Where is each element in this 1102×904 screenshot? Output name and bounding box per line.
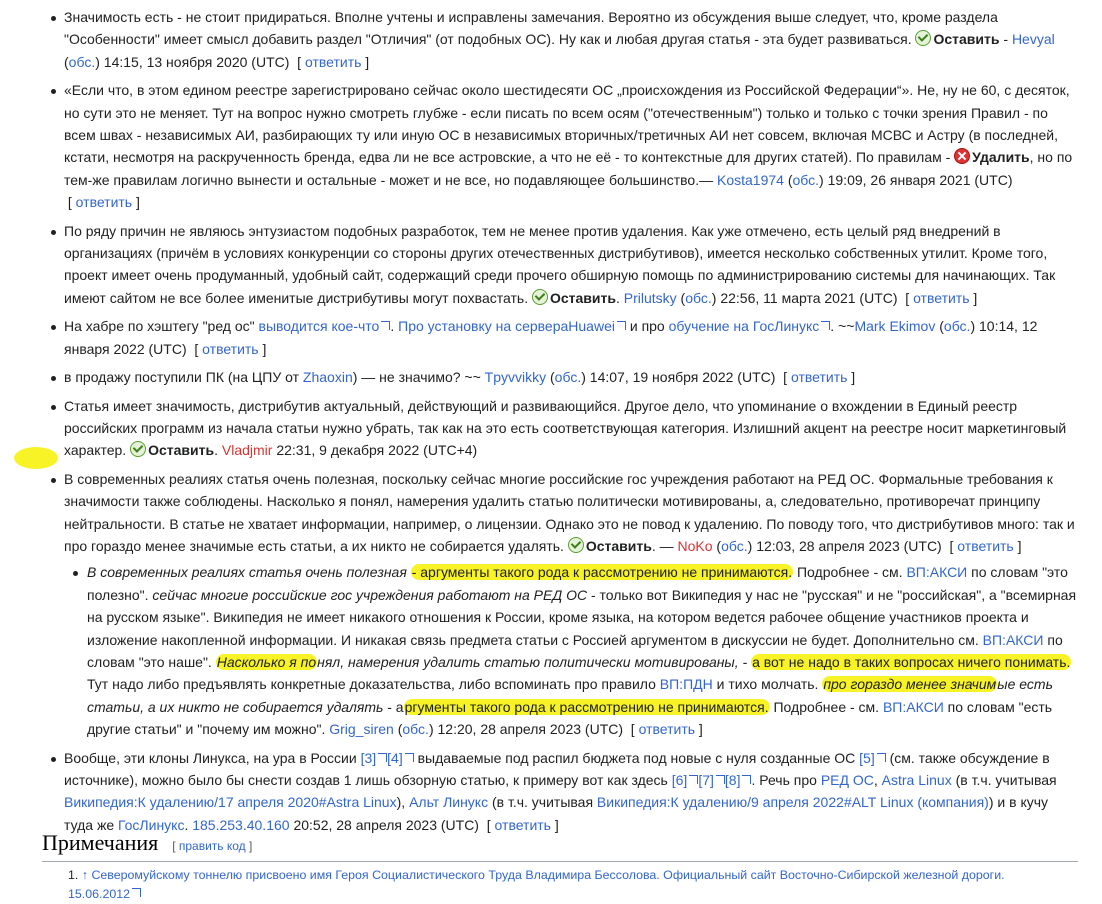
comment-list: Значимость есть - не стоит придираться. … (0, 0, 1102, 836)
user-link[interactable]: Prilutsky (624, 290, 677, 306)
reply-link[interactable]: ответить (957, 538, 1013, 554)
reply-link[interactable]: ответить (913, 290, 969, 306)
ref-link[interactable]: [6] (672, 772, 699, 788)
goslinux-training-link[interactable]: обучение на ГосЛинукс (669, 318, 831, 334)
reply-list: В современных реалиях статья очень полез… (64, 561, 1078, 740)
timestamp: 19:09, 26 января 2021 (UTC) (827, 171, 1013, 188)
policy-link[interactable]: ВП:АКСИ (906, 564, 967, 580)
section-heading: Примечания [ править код ] (42, 828, 1078, 862)
user-link[interactable]: Hevyal (1012, 31, 1055, 47)
list-item: Статья имеет значимость, дистрибутив акт… (0, 395, 1102, 462)
user-link[interactable]: Kosta1974 (717, 172, 784, 188)
keep-vote-icon (567, 536, 584, 553)
section-title: Примечания (42, 830, 159, 855)
huawei-install-link[interactable]: Про установку на сервераHuawei (398, 318, 626, 334)
list-item: «Если что, в этом едином реестре зарегис… (0, 79, 1102, 213)
vote-label: Оставить (148, 442, 215, 459)
list-item: В современных реалиях статья очень полез… (0, 468, 1102, 741)
highlight-marker (14, 447, 58, 469)
talk-link[interactable]: обс. (69, 54, 96, 70)
edit-source-link[interactable]: править код (179, 839, 246, 853)
reply-link[interactable]: ответить (76, 194, 132, 210)
article-link[interactable]: Википедия:К удалению/9 апреля 2022#ALT L… (597, 794, 989, 810)
highlighted-text: ргументы такого рода к рассмотрению не п… (403, 698, 770, 715)
policy-link[interactable]: ВП:АКСИ (983, 632, 1044, 648)
talk-link[interactable]: обс. (685, 290, 712, 306)
vote-label: Удалить (972, 149, 1030, 166)
user-link[interactable]: Vladjmir (222, 442, 273, 458)
ref-link[interactable]: [8] (725, 772, 752, 788)
timestamp: 22:31, 9 декабря 2022 (UTC+4) (276, 442, 478, 459)
keep-vote-icon (531, 288, 548, 305)
highlighted-text: Насколько я по (215, 653, 318, 670)
zhaoxin-link[interactable]: Zhaoxin (303, 369, 353, 385)
list-item: Значимость есть - не стоит придираться. … (0, 6, 1102, 73)
highlighted-text: про гораздо менее значим (822, 676, 998, 693)
keep-vote-icon (130, 441, 147, 458)
highlighted-text: - аргументы такого рода к рассмотрению н… (410, 564, 794, 581)
ref-source-link[interactable]: Северомуйскому тоннелю присвоено имя Гер… (88, 868, 1004, 882)
talk-link[interactable]: обс. (944, 318, 971, 334)
user-link[interactable]: Grig_siren (329, 721, 394, 737)
user-link[interactable]: Mark Ekimov (854, 318, 935, 334)
discussion-content: Значимость есть - не стоит придираться. … (0, 0, 1102, 901)
policy-link[interactable]: ВП:ПДН (660, 676, 713, 692)
talk-link[interactable]: обс. (555, 369, 582, 385)
section-edit: [ править код ] (172, 839, 253, 853)
list-item: Вообще, эти клоны Линукса, на ура в Росс… (0, 747, 1102, 837)
article-link[interactable]: Альт Линукс (409, 794, 488, 810)
list-item: в продажу поступили ПК (на ЦПУ от Zhaoxi… (0, 366, 1102, 388)
ref-link[interactable]: [4] (387, 750, 414, 766)
user-link[interactable]: Tpyvvikky (485, 369, 546, 385)
article-link[interactable]: РЕД ОС (821, 772, 874, 788)
habr-search-link[interactable]: выводится кое-что (259, 318, 391, 334)
delete-vote-icon (954, 148, 971, 165)
reply-link[interactable]: ответить (202, 341, 258, 357)
reference-item: 1. ↑ Северомуйскому тоннелю присвоено им… (68, 868, 1005, 901)
talk-link[interactable]: обс. (721, 538, 748, 554)
list-item: По ряду причин не являюсь энтузиастом по… (0, 220, 1102, 310)
reply-link[interactable]: ответить (791, 369, 847, 385)
article-link[interactable]: Astra Linux (882, 772, 952, 788)
keep-vote-icon (915, 30, 932, 47)
ref-link[interactable]: [3] (361, 750, 388, 766)
list-item: В современных реалиях статья очень полез… (64, 561, 1078, 740)
ref-link[interactable]: [7] (698, 772, 725, 788)
user-link[interactable]: NoKo (678, 538, 713, 554)
timestamp: 14:15, 13 ноября 2020 (UTC) (103, 53, 290, 70)
vote-label: Оставить (933, 31, 1000, 48)
timestamp: 12:03, 28 апреля 2023 (UTC) (756, 537, 942, 554)
references-list: 1. ↑ Северомуйскому тоннелю присвоено им… (68, 866, 1078, 904)
vote-label: Оставить (585, 537, 652, 554)
timestamp: 14:07, 19 ноября 2022 (UTC) (589, 369, 776, 386)
talk-link[interactable]: обс. (793, 172, 820, 188)
vote-label: Оставить (549, 289, 616, 306)
timestamp: 22:56, 11 марта 2021 (UTC) (720, 289, 898, 306)
ref-date-link[interactable]: 15.06.2012 (68, 887, 141, 901)
talk-link[interactable]: обс. (402, 721, 429, 737)
reply-link[interactable]: ответить (305, 54, 361, 70)
list-item: На хабре по хэштегу "ред ос" выводится к… (0, 315, 1102, 360)
ref-link[interactable]: [5] (859, 750, 886, 766)
highlighted-text: а вот не надо в таких вопросах ничего по… (751, 653, 1072, 670)
policy-link[interactable]: ВП:АКСИ (883, 699, 944, 715)
reply-link[interactable]: ответить (639, 721, 695, 737)
article-link[interactable]: Википедия:К удалению/17 апреля 2020#Astr… (64, 794, 397, 810)
timestamp: 12:20, 28 апреля 2023 (UTC) (437, 721, 624, 738)
